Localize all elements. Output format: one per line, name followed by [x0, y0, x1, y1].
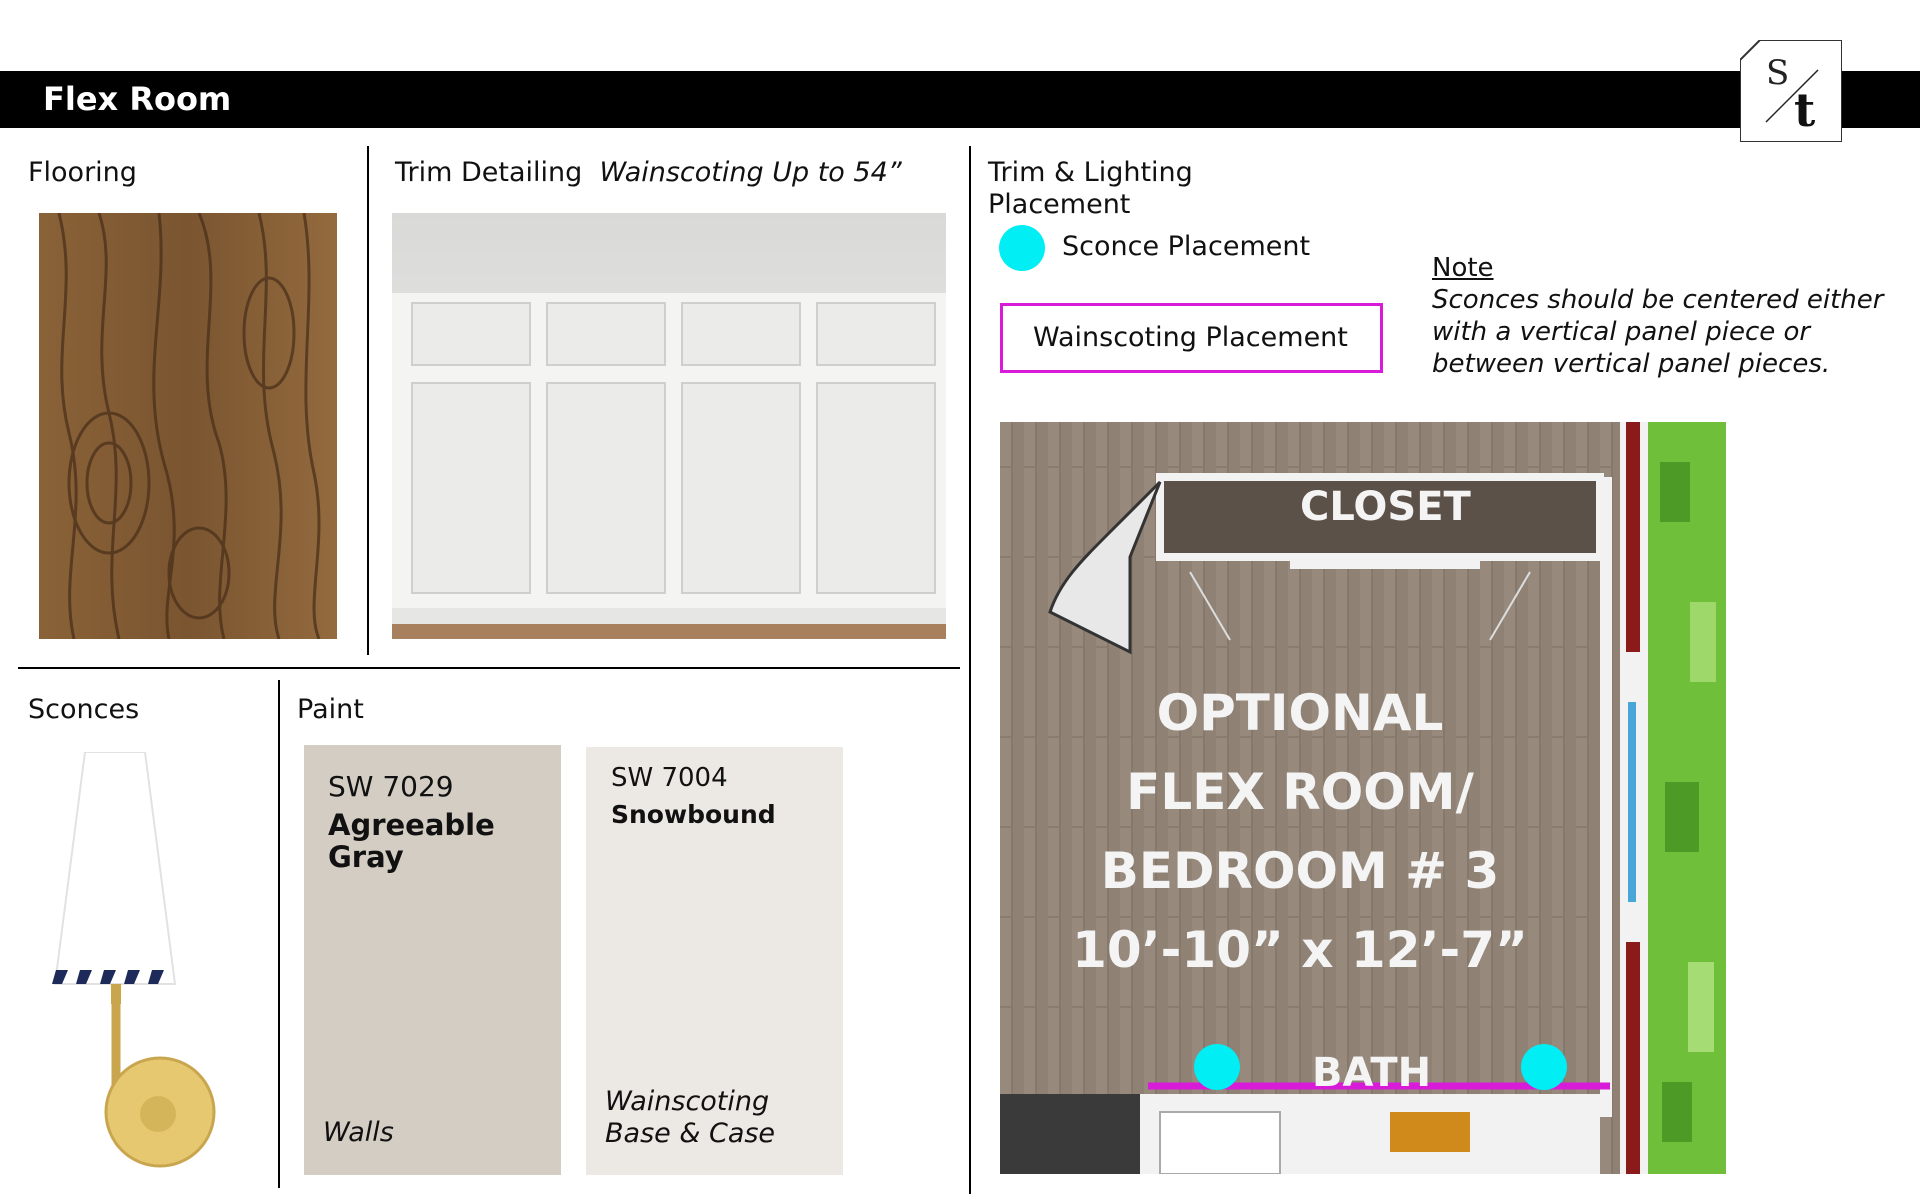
note-body-line2: with a vertical panel piece or [1432, 317, 1811, 347]
room-label-line1: OPTIONAL [1156, 684, 1444, 742]
swatch-use-line1: Wainscoting [605, 1086, 770, 1117]
trim-label: Trim Detailing Wainscoting Up to 54” [395, 157, 902, 188]
swatch-code: SW 7004 [611, 763, 728, 793]
swatch-name-line1: Snowbound [611, 800, 776, 829]
placement-label-line2: Placement [988, 189, 1131, 220]
room-label-line3: BEDROOM # 3 [1100, 842, 1500, 900]
closet-label: CLOSET [1300, 484, 1471, 530]
wainscoting-image [392, 213, 946, 639]
note-title: Note [1432, 253, 1494, 283]
floorplan: CLOSET OPTIONAL FLEX ROOM/ BEDROOM # 3 1… [1000, 422, 1726, 1174]
sconce-legend-label: Sconce Placement [1062, 231, 1311, 262]
sconces-label: Sconces [28, 694, 140, 725]
wainscoting-legend-label: Wainscoting Placement [1033, 322, 1348, 353]
room-label-line2: FLEX ROOM/ [1126, 763, 1474, 821]
sconce-marker-left [1194, 1044, 1240, 1090]
wainscoting-legend: Wainscoting Placement [1000, 303, 1383, 373]
divider-main-placement [969, 146, 971, 1194]
note-body-line1: Sconces should be centered either [1432, 285, 1884, 315]
swatch-code: SW 7029 [328, 770, 454, 803]
trim-label-text: Trim Detailing [395, 157, 583, 188]
paint-swatch-agreeable-gray: SW 7029 Agreeable Gray Walls [304, 745, 561, 1175]
sconce-legend-dot [999, 225, 1045, 271]
divider-flooring-trim [367, 146, 369, 655]
flooring-label: Flooring [28, 157, 137, 188]
paint-swatch-snowbound: SW 7004 Snowbound Wainscoting Base & Cas… [586, 747, 843, 1175]
swatch-name-line1: Agreeable [328, 808, 495, 842]
svg-text:S: S [1766, 53, 1789, 93]
svg-text:t: t [1794, 83, 1816, 137]
logo: S t [1739, 39, 1843, 143]
title-bar [0, 71, 1920, 128]
page-title: Flex Room [43, 80, 232, 118]
note: Note Sconces should be centered either w… [1432, 252, 1920, 380]
swatch-use: Walls [323, 1117, 394, 1148]
swatch-name-line2: Gray [328, 840, 404, 874]
note-body-line3: between vertical panel pieces. [1432, 349, 1831, 379]
bath-label: BATH [1312, 1050, 1432, 1096]
room-label-line4: 10’-10” x 12’-7” [1072, 921, 1528, 979]
swatch-use-line2: Base & Case [605, 1118, 776, 1149]
flooring-image [39, 213, 337, 639]
divider-top-bottom [18, 667, 960, 669]
sconce-marker-right [1521, 1044, 1567, 1090]
paint-label: Paint [297, 694, 364, 725]
divider-sconces-paint [278, 680, 280, 1188]
sconce-image [50, 751, 220, 1176]
trim-detail: Wainscoting Up to 54” [599, 157, 902, 188]
placement-label-line1: Trim & Lighting [988, 157, 1193, 188]
